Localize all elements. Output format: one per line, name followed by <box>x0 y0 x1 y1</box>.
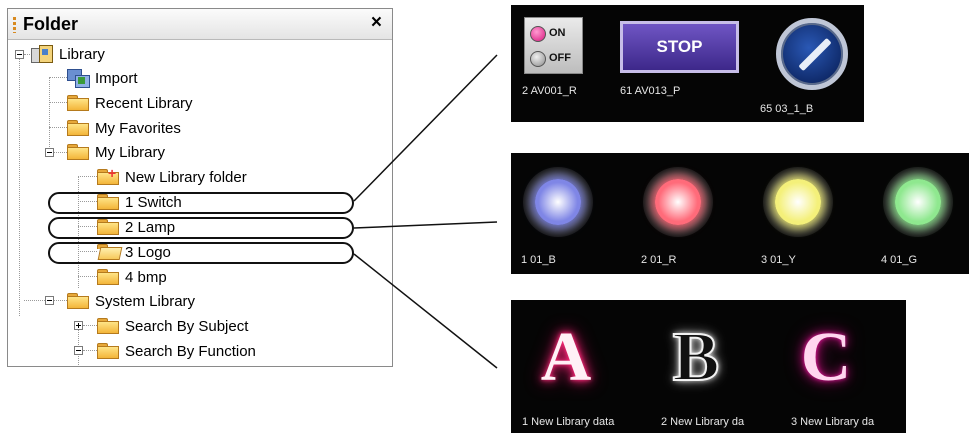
tree-item-label: 4 bmp <box>125 268 167 286</box>
lamp-caption-2: 2 01_R <box>641 254 677 266</box>
highlight-ring-switch <box>48 192 354 214</box>
folder-panel: Folder × Library Import Recent Library M… <box>7 8 393 367</box>
lamp-caption-3: 3 01_Y <box>761 254 796 266</box>
on-off-switch[interactable]: ON OFF <box>524 17 583 74</box>
tree-item-label: Search By Subject <box>125 317 249 335</box>
expand-toggle-search-by-subject[interactable] <box>74 321 83 330</box>
folder-icon <box>97 269 119 285</box>
folder-icon <box>97 318 119 334</box>
highlight-ring-logo <box>48 242 354 264</box>
tree-item-search-by-subject[interactable]: Search By Subject <box>97 315 248 337</box>
switch-caption-3: 65 03_1_B <box>760 103 814 115</box>
tree-item-recent-library[interactable]: Recent Library <box>67 92 193 114</box>
library-icon <box>31 45 53 63</box>
tree-item-4-bmp[interactable]: 4 bmp <box>97 266 167 288</box>
red-lamp-icon[interactable] <box>643 167 713 237</box>
collapse-toggle-library[interactable] <box>15 50 24 59</box>
selector-knob-icon[interactable] <box>776 18 848 90</box>
switch-caption-1: 2 AV001_R <box>522 85 577 97</box>
tree-item-label: My Favorites <box>95 119 181 137</box>
lamp-preview-panel: 1 01_B 2 01_R 3 01_Y 4 01_G <box>511 153 969 274</box>
highlight-ring-lamp <box>48 217 354 239</box>
import-icon <box>67 69 90 88</box>
stop-label: STOP <box>656 37 703 56</box>
logo-letter-c[interactable]: C <box>786 318 866 398</box>
folder-icon <box>67 293 89 309</box>
tree-item-system-library[interactable]: System Library <box>67 290 195 312</box>
logo-preview-panel: A B C 1 New Library data 2 New Library d… <box>511 300 906 433</box>
tree-item-label: Import <box>95 69 138 87</box>
panel-title: Folder <box>23 14 79 34</box>
tree-item-label: Search By Function <box>125 342 256 360</box>
lamp-caption-4: 4 01_G <box>881 254 918 266</box>
switch-preview-panel: ON OFF STOP 2 AV001_R 61 AV013_P 65 03_1… <box>511 5 864 122</box>
new-folder-icon: + <box>97 165 119 185</box>
logo-letter-a[interactable]: A <box>526 318 606 398</box>
logo-caption-2: 2 New Library da <box>661 416 745 428</box>
stop-button[interactable]: STOP <box>620 21 739 73</box>
folder-icon <box>67 95 89 111</box>
off-label: OFF <box>549 52 571 64</box>
tree-item-label: System Library <box>95 292 196 310</box>
tree-item-label: Recent Library <box>95 94 193 112</box>
tree-item-label: Library <box>59 45 105 63</box>
tree-item-search-by-function[interactable]: Search By Function <box>97 340 256 362</box>
collapse-toggle-system-library[interactable] <box>45 296 54 305</box>
off-indicator-icon <box>530 51 546 67</box>
lamp-caption-1: 1 01_B <box>521 254 556 266</box>
collapse-toggle-search-by-function[interactable] <box>74 346 83 355</box>
tree-item-new-library-folder[interactable]: + New Library folder <box>97 165 247 188</box>
tree-item-import[interactable]: Import <box>67 67 138 89</box>
folder-icon <box>67 144 89 160</box>
logo-caption-1: 1 New Library data <box>522 416 615 428</box>
close-button[interactable]: × <box>371 12 382 34</box>
folder-icon <box>67 120 89 136</box>
yellow-lamp-icon[interactable] <box>763 167 833 237</box>
logo-letter-b[interactable]: B <box>656 318 736 398</box>
collapse-toggle-my-library[interactable] <box>45 148 54 157</box>
drag-grip[interactable] <box>13 17 16 33</box>
tree-item-my-favorites[interactable]: My Favorites <box>67 117 181 139</box>
tree-item-label: My Library <box>95 143 166 161</box>
logo-caption-3: 3 New Library da <box>791 416 875 428</box>
on-indicator-icon <box>530 26 546 42</box>
on-label: ON <box>549 27 566 39</box>
tree-item-my-library[interactable]: My Library <box>67 141 165 163</box>
switch-caption-2: 61 AV013_P <box>620 85 681 97</box>
tree-item-label: New Library folder <box>125 168 247 186</box>
panel-header: Folder × <box>8 9 392 40</box>
tree-item-library[interactable]: Library <box>31 43 105 65</box>
green-lamp-icon[interactable] <box>883 167 953 237</box>
blue-lamp-icon[interactable] <box>523 167 593 237</box>
folder-icon <box>97 343 119 359</box>
